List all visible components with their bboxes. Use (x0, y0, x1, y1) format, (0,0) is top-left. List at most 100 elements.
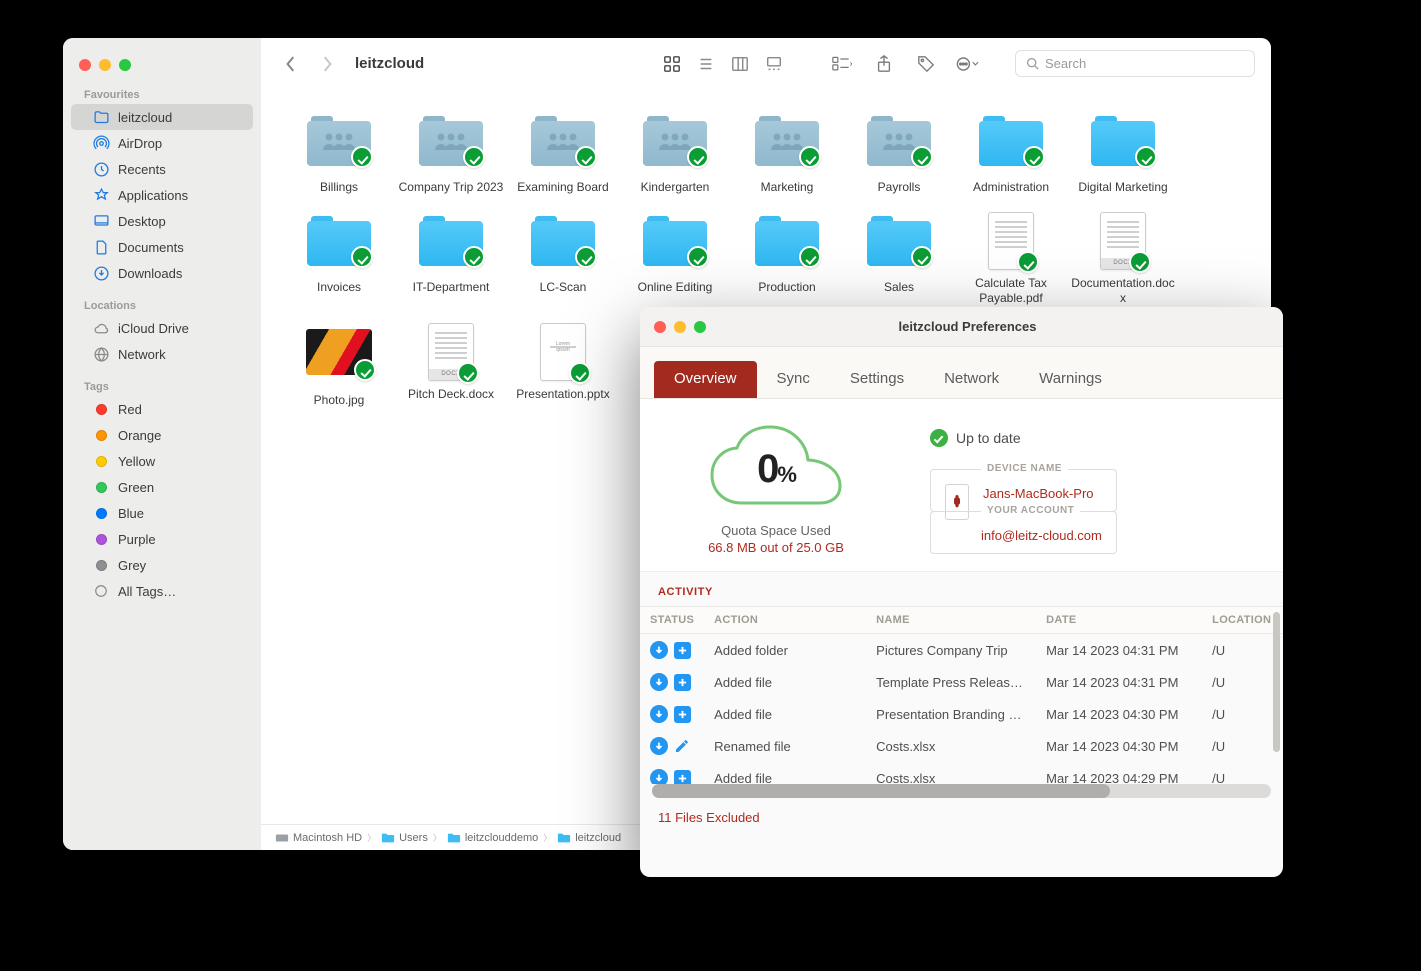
file-label: Online Editing (619, 280, 731, 296)
file-item[interactable]: Invoices (283, 212, 395, 307)
tab-sync[interactable]: Sync (757, 361, 830, 398)
minimize-button[interactable] (99, 59, 111, 71)
tab-warnings[interactable]: Warnings (1019, 361, 1122, 398)
file-item[interactable]: Calculate Tax Payable.pdf (955, 212, 1067, 307)
path-segment[interactable]: leitzclouddemo (447, 831, 538, 845)
file-item[interactable]: DOCXDocumentation.docx (1067, 212, 1179, 307)
file-label: Pitch Deck.docx (395, 387, 507, 403)
file-item[interactable]: LC-Scan (507, 212, 619, 307)
file-item[interactable]: Production (731, 212, 843, 307)
sidebar-tag-red[interactable]: Red (71, 396, 253, 422)
action-button[interactable] (951, 51, 985, 77)
search-input[interactable]: Search (1015, 50, 1255, 77)
sidebar-item-downloads[interactable]: Downloads (71, 260, 253, 286)
sidebar-item-documents[interactable]: Documents (71, 234, 253, 260)
cell-date: Mar 14 2023 04:30 PM (1036, 698, 1202, 730)
sidebar-item-label: Documents (118, 240, 184, 255)
tag-button[interactable] (909, 51, 943, 77)
download-icon (650, 769, 668, 784)
activity-table-wrap[interactable]: STATUS ACTION NAME DATE LOCATION Added f… (640, 606, 1283, 784)
column-view-button[interactable] (723, 51, 757, 77)
col-action[interactable]: ACTION (704, 607, 866, 634)
sidebar-tag-grey[interactable]: Grey (71, 552, 253, 578)
tag-dot-icon (96, 534, 107, 545)
col-date[interactable]: DATE (1036, 607, 1202, 634)
search-icon (1026, 57, 1039, 70)
file-item[interactable]: Kindergarten (619, 112, 731, 196)
tab-settings[interactable]: Settings (830, 361, 924, 398)
gallery-view-button[interactable] (757, 51, 791, 77)
group-button[interactable] (825, 51, 859, 77)
sidebar-all-tags[interactable]: All Tags… (71, 578, 253, 604)
sync-status: Up to date (930, 429, 1117, 447)
quota-widget: 0% Quota Space Used 66.8 MB out of 25.0 … (666, 423, 886, 555)
path-segment[interactable]: Users (381, 831, 428, 845)
sidebar-tag-green[interactable]: Green (71, 474, 253, 500)
file-label: Marketing (731, 180, 843, 196)
file-item[interactable]: Sales (843, 212, 955, 307)
file-item[interactable]: Administration (955, 112, 1067, 196)
file-item[interactable]: Digital Marketing (1067, 112, 1179, 196)
forward-button[interactable] (313, 52, 341, 76)
sidebar-item-recents[interactable]: Recents (71, 156, 253, 182)
file-item[interactable]: DOCXPitch Deck.docx (395, 323, 507, 409)
sidebar-item-desktop[interactable]: Desktop (71, 208, 253, 234)
device-name: Jans-MacBook-Pro (983, 486, 1102, 501)
tab-network[interactable]: Network (924, 361, 1019, 398)
file-item[interactable]: IT-Department (395, 212, 507, 307)
account-legend: YOUR ACCOUNT (981, 505, 1080, 516)
file-item[interactable]: Online Editing (619, 212, 731, 307)
back-button[interactable] (277, 52, 305, 76)
path-segment[interactable]: leitzcloud (557, 831, 621, 845)
file-item[interactable]: Billings (283, 112, 395, 196)
cell-location: /U (1202, 634, 1283, 667)
file-label: Sales (843, 280, 955, 296)
sidebar-item-label: leitzcloud (118, 110, 172, 125)
sidebar-tag-blue[interactable]: Blue (71, 500, 253, 526)
sidebar-tag-orange[interactable]: Orange (71, 422, 253, 448)
action-type-icon (674, 674, 691, 691)
activity-row[interactable]: Renamed file Costs.xlsx Mar 14 2023 04:3… (640, 730, 1283, 762)
file-item[interactable]: Payrolls (843, 112, 955, 196)
sidebar-item-network[interactable]: Network (71, 341, 253, 367)
col-name[interactable]: NAME (866, 607, 1036, 634)
file-label: Calculate Tax Payable.pdf (955, 276, 1067, 307)
activity-row[interactable]: Added file Presentation Branding 20… Mar… (640, 698, 1283, 730)
col-status[interactable]: STATUS (640, 607, 704, 634)
sidebar-item-icloud-drive[interactable]: iCloud Drive (71, 315, 253, 341)
share-button[interactable] (867, 51, 901, 77)
activity-row[interactable]: Added folder Pictures Company Trip Mar 1… (640, 634, 1283, 667)
tab-overview[interactable]: Overview (654, 361, 757, 398)
list-view-button[interactable] (689, 51, 723, 77)
account-fieldset: YOUR ACCOUNT info@leitz-cloud.com (930, 511, 1117, 554)
cell-name: Template Press Release.d… (866, 666, 1036, 698)
sidebar-tag-purple[interactable]: Purple (71, 526, 253, 552)
sidebar-item-label: Orange (118, 428, 161, 443)
activity-row[interactable]: Added file Costs.xlsx Mar 14 2023 04:29 … (640, 762, 1283, 784)
close-button[interactable] (79, 59, 91, 71)
col-location[interactable]: LOCATION (1202, 607, 1283, 634)
sidebar-item-label: All Tags… (118, 584, 176, 599)
file-item[interactable]: Lorem ipsumPresentation.pptx (507, 323, 619, 409)
scrollbar-vertical[interactable] (1273, 612, 1280, 752)
sidebar-item-leitzcloud[interactable]: leitzcloud (71, 104, 253, 130)
file-item[interactable]: Examining Board (507, 112, 619, 196)
sidebar-tag-yellow[interactable]: Yellow (71, 448, 253, 474)
path-segment[interactable]: Macintosh HD (275, 831, 362, 845)
file-item[interactable]: Marketing (731, 112, 843, 196)
sidebar-item-applications[interactable]: Applications (71, 182, 253, 208)
sidebar-item-label: Green (118, 480, 154, 495)
file-item[interactable]: Company Trip 2023 (395, 112, 507, 196)
sidebar-item-airdrop[interactable]: AirDrop (71, 130, 253, 156)
file-item[interactable]: Photo.jpg (283, 323, 395, 409)
desktop-icon (92, 212, 110, 230)
icon-view-button[interactable] (655, 51, 689, 77)
sync-badge-icon (463, 146, 485, 168)
zoom-button[interactable] (119, 59, 131, 71)
scrollbar-horizontal[interactable] (652, 784, 1271, 798)
cell-name: Costs.xlsx (866, 730, 1036, 762)
file-label: Payrolls (843, 180, 955, 196)
file-label: Billings (283, 180, 395, 196)
action-type-icon (674, 642, 691, 659)
activity-row[interactable]: Added file Template Press Release.d… Mar… (640, 666, 1283, 698)
